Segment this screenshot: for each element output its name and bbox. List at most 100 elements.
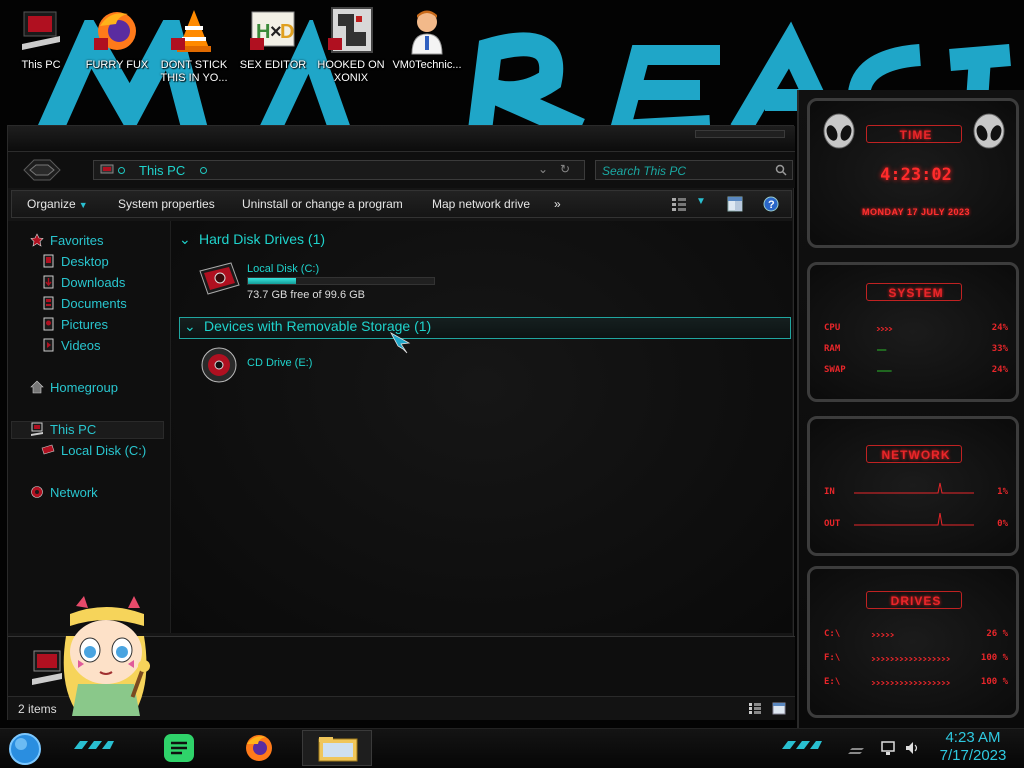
navigation-bar: This PC ⌄ ↻ Search This PC [8,152,795,188]
help-icon[interactable]: ? [762,195,780,213]
desktop-icon-hxd[interactable]: H × D SEX EDITOR [236,6,310,72]
network-tray-icon[interactable] [880,740,896,756]
search-input[interactable]: Search This PC [602,164,686,178]
cpu-meter: CPU 24% [824,323,1008,335]
homegroup-icon [30,380,44,394]
network-out-graph [854,513,974,526]
meter-bar [871,681,951,685]
nav-this-pc[interactable]: This PC [30,422,96,440]
meter-value: 1% [997,487,1008,497]
refresh-icon[interactable]: ↻ [560,162,570,176]
window-title-bar[interactable] [8,126,795,152]
address-dropdown-icon[interactable]: ⌄ [538,162,548,176]
xonix-game-icon [326,6,376,56]
group-header-hard-disk-drives[interactable]: ⌄ Hard Disk Drives (1) [179,231,791,253]
drive-usage-bar [247,277,435,285]
search-box[interactable]: Search This PC [595,160,793,180]
organize-button[interactable]: Organize ▼ [27,197,88,211]
desktop-folder-icon [43,254,54,268]
taskbar-clock[interactable]: 4:23 AM 7/17/2023 [928,729,1018,765]
group-header-label: Hard Disk Drives (1) [199,231,326,247]
nav-videos[interactable]: Videos [41,338,101,356]
time-gadget-title: TIME [899,128,933,142]
nav-downloads[interactable]: Downloads [41,275,125,293]
nav-documents[interactable]: Documents [41,296,127,314]
desktop-icon-vlc[interactable]: DONT STICK THIS IN YO... [157,6,231,85]
desktop-icon-xonix[interactable]: HOOKED ON XONIX [314,6,388,85]
desktop-icon-vm0technic[interactable]: VM0Technic... [390,6,464,72]
meter-value: 33% [991,344,1008,354]
neon-decoration [782,741,822,749]
drives-gadget[interactable]: DRIVES C:\ 26 % F:\ 100 % E:\ 100 % [807,566,1019,718]
drive-name: Local Disk (C:) [247,263,320,275]
file-explorer-taskbar-button[interactable] [302,730,372,766]
system-properties-button[interactable]: System properties [118,197,215,211]
ram-meter: RAM 33% [824,344,1008,356]
group-header-removable-storage[interactable]: ⌄ Devices with Removable Storage (1) [179,317,791,339]
volume-tray-icon[interactable] [904,740,920,756]
organize-label: Organize [27,197,76,211]
network-in-meter: IN 1% [824,482,1008,499]
map-network-drive-button[interactable]: Map network drive [432,197,530,211]
nav-desktop[interactable]: Desktop [41,254,109,272]
more-commands-button[interactable]: » [554,197,561,211]
nav-homegroup[interactable]: Homegroup [30,380,118,398]
meter-bar [871,657,951,661]
desktop-icon-this-pc[interactable]: This PC [4,6,78,72]
view-dropdown-icon[interactable]: ▼ [696,196,706,207]
address-separator-icon [118,167,125,174]
this-pc-icon [16,6,66,56]
search-icon[interactable] [775,164,787,176]
command-bar: Organize ▼ System properties Uninstall or… [11,190,792,218]
drive-usage-fill [248,278,297,284]
nav-label: Favorites [50,233,104,248]
svg-text:D: D [280,21,294,43]
system-gadget[interactable]: SYSTEM CPU 24% RAM 33% SWAP 24% [807,262,1019,402]
back-forward-orb-icon[interactable] [22,157,62,183]
address-text[interactable]: This PC [139,163,185,178]
hxd-editor-icon: H × D [248,6,298,56]
start-button[interactable] [7,732,43,766]
show-hidden-icons-icon[interactable] [848,740,864,756]
desktop-icon-furry-fux[interactable]: FURRY FUX [80,6,154,72]
title-grip-decoration [695,130,785,138]
nav-label: Downloads [61,275,126,290]
meter-label: SWAP [824,365,846,375]
firefox-app-icon[interactable] [242,732,276,764]
content-pane: ⌄ Hard Disk Drives (1) Local Disk (C:) 73… [170,221,792,633]
nav-favorites[interactable]: Favorites [30,233,103,251]
nav-network[interactable]: Network [30,485,98,503]
network-gadget[interactable]: NETWORK IN 1% OUT 0% [807,416,1019,556]
large-icons-view-icon[interactable] [772,702,786,715]
spotify-app-icon[interactable] [162,732,196,764]
drive-f-meter: F:\ 100 % [824,653,1008,665]
nav-pictures[interactable]: Pictures [41,317,108,335]
meter-label: OUT [824,519,841,529]
nav-label: This PC [50,422,97,437]
nav-label: Pictures [61,317,108,332]
taskbar: 4:23 AM 7/17/2023 [0,728,1024,768]
mouse-cursor-icon [390,331,411,354]
address-bar[interactable]: This PC ⌄ ↻ [93,160,585,180]
time-gadget[interactable]: TIME 4:23:02 MONDAY 17 JULY 2023 [807,98,1019,248]
change-view-icon[interactable] [670,195,688,213]
uninstall-program-button[interactable]: Uninstall or change a program [242,197,403,211]
nav-local-disk[interactable]: Local Disk (C:) [41,443,146,461]
drives-gadget-title: DRIVES [890,594,942,608]
meter-value: 24% [991,323,1008,333]
desktop-icon-label: This PC [21,59,61,71]
documents-folder-icon [43,296,54,310]
collapse-chevron-icon[interactable]: ⌄ [179,231,193,248]
meter-label: F:\ [824,653,841,663]
collapse-chevron-icon[interactable]: ⌄ [184,318,198,335]
meter-label: E:\ [824,677,841,687]
meter-bar [877,370,892,372]
hard-drive-icon [199,262,240,295]
desktop-icon-label: DONT STICK THIS IN YO... [160,59,228,84]
details-view-icon[interactable] [748,702,762,715]
meter-label: IN [824,487,835,497]
gadget-clock: 4:23:02 [880,165,952,185]
meter-value: 100 % [980,653,1008,663]
preview-pane-icon[interactable] [726,195,744,213]
nav-label: Desktop [61,254,109,269]
